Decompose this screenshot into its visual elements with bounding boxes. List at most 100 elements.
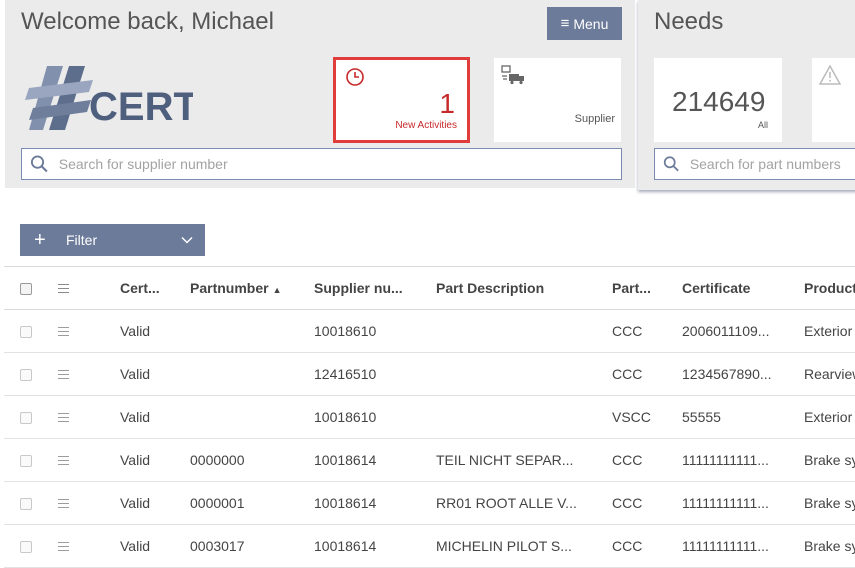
cell-product: Brake sy [804, 438, 855, 482]
cell-status: Valid [120, 481, 190, 525]
cell-product: Exterior [804, 309, 855, 353]
column-header-cert[interactable]: Cert... [120, 266, 190, 310]
column-header-part[interactable]: Part... [612, 266, 682, 310]
cell-description: RR01 ROOT ALLE V... [436, 481, 612, 525]
cell-supplier: 10018610 [314, 309, 436, 353]
cell-part: CCC [612, 352, 682, 396]
row-checkbox[interactable] [20, 369, 32, 382]
table-row[interactable]: Valid 10018610 CCC 2006011109... Exterior [4, 309, 855, 353]
part-search-input[interactable] [689, 156, 855, 172]
supplier-search[interactable] [21, 148, 622, 180]
cell-description: TEIL NICHT SEPAR... [436, 438, 612, 482]
activities-label: New Activities [395, 120, 457, 131]
table-row[interactable]: Valid 12416510 CCC1234567890...Rearview [4, 352, 855, 396]
cell-status: Valid [120, 524, 190, 568]
all-count: 214649 [672, 86, 766, 117]
cell-status: Valid [120, 352, 190, 396]
cell-product: Brake sy [804, 481, 855, 525]
cell-certificate: 55555 [682, 395, 804, 439]
filter-button[interactable]: + Filter [20, 224, 205, 256]
certificates-table: Cert... Partnumber ▲ Supplier nu... Part … [4, 266, 855, 568]
select-all-checkbox[interactable] [20, 283, 32, 296]
part-search[interactable] [654, 148, 855, 180]
clock-icon [346, 68, 364, 86]
row-checkbox[interactable] [20, 412, 32, 425]
filter-label: Filter [66, 232, 98, 248]
cell-supplier: 12416510 [314, 352, 436, 396]
cell-supplier: 10018614 [314, 524, 436, 568]
row-menu-icon[interactable] [58, 367, 69, 382]
row-checkbox[interactable] [20, 498, 32, 511]
needs-title: Needs [654, 8, 724, 35]
welcome-panel: Welcome back, Michael ≡ Menu CERT 1 New … [5, 0, 635, 188]
column-header-product[interactable]: Product [804, 266, 855, 310]
cell-certificate: 1234567890... [682, 352, 804, 396]
menu-label: Menu [573, 15, 609, 32]
cell-supplier: 10018614 [314, 481, 436, 525]
svg-text:CERT: CERT [89, 85, 193, 129]
search-icon [30, 155, 48, 173]
cell-supplier: 10018614 [314, 438, 436, 482]
sort-ascending-icon: ▲ [272, 285, 282, 295]
row-checkbox[interactable] [20, 541, 32, 554]
supplier-tile[interactable]: Supplier [494, 58, 621, 142]
new-activities-tile[interactable]: 1 New Activities [333, 57, 470, 143]
column-header-supplier[interactable]: Supplier nu... [314, 266, 436, 310]
row-checkbox[interactable] [20, 455, 32, 468]
cell-partnumber: 0000000 [190, 438, 314, 482]
column-header-partnumber[interactable]: Partnumber ▲ [190, 266, 314, 310]
cell-status: Valid [120, 309, 190, 353]
welcome-title: Welcome back, Michael [21, 8, 274, 35]
table-row[interactable]: Valid 0000001 10018614 RR01 ROOT ALLE V... C… [4, 481, 855, 525]
cell-description [436, 352, 612, 396]
cell-part: CCC [612, 524, 682, 568]
cell-description [436, 395, 612, 439]
row-menu-icon[interactable] [58, 539, 69, 554]
cell-status: Valid [120, 438, 190, 482]
row-menu-icon[interactable] [58, 324, 69, 339]
cell-partnumber: 0003017 [190, 524, 314, 568]
cell-part: CCC [612, 309, 682, 353]
cell-certificate: 2006011109... [682, 309, 804, 353]
warning-icon [818, 64, 842, 85]
cell-certificate: 11111111111... [682, 524, 804, 568]
cell-product: Rearview [804, 352, 855, 396]
menu-button[interactable]: ≡ Menu [547, 7, 622, 40]
plus-icon: + [34, 228, 46, 251]
row-checkbox[interactable] [20, 326, 32, 339]
cell-part: CCC [612, 481, 682, 525]
all-label: All [757, 120, 768, 130]
supplier-label: Supplier [574, 113, 615, 125]
cell-supplier: 10018610 [314, 395, 436, 439]
cell-description: MICHELIN PILOT S... [436, 524, 612, 568]
cell-certificate: 11111111111... [682, 481, 804, 525]
row-menu-icon[interactable] [58, 453, 69, 468]
row-menu-icon[interactable] [58, 410, 69, 425]
chevron-down-icon [181, 236, 193, 244]
cell-part: VSCC [612, 395, 682, 439]
search-icon [663, 156, 679, 172]
cell-product: Exterior [804, 395, 855, 439]
cell-partnumber: 0000001 [190, 481, 314, 525]
column-header-description[interactable]: Part Description [436, 266, 612, 310]
all-needs-tile[interactable]: 214649 All [654, 58, 782, 142]
cell-part: CCC [612, 438, 682, 482]
cert-logo: CERT [25, 66, 193, 130]
row-menu-icon[interactable] [58, 496, 69, 511]
table-row[interactable]: Valid 0003017 10018614 MICHELIN PILOT S... C… [4, 524, 855, 568]
truck-icon [501, 65, 524, 85]
needs-panel: Needs 214649 All [638, 0, 855, 190]
table-header-row: Cert... Partnumber ▲ Supplier nu... Part … [4, 266, 855, 310]
cell-certificate: 11111111111... [682, 438, 804, 482]
cell-product: Brake sy [804, 524, 855, 568]
table-row[interactable]: Valid 0000000 10018614 TEIL NICHT SEPAR... C… [4, 438, 855, 482]
supplier-search-input[interactable] [58, 156, 621, 172]
warning-tile[interactable] [812, 58, 855, 142]
table-row[interactable]: Valid 10018610 VSCC 55555 Exterior [4, 395, 855, 439]
column-menu-icon[interactable] [58, 281, 69, 296]
cell-partnumber [190, 352, 314, 396]
cell-status: Valid [120, 395, 190, 439]
column-header-certificate[interactable]: Certificate [682, 266, 804, 310]
menu-icon: ≡ [560, 15, 570, 32]
cell-partnumber [190, 309, 314, 353]
